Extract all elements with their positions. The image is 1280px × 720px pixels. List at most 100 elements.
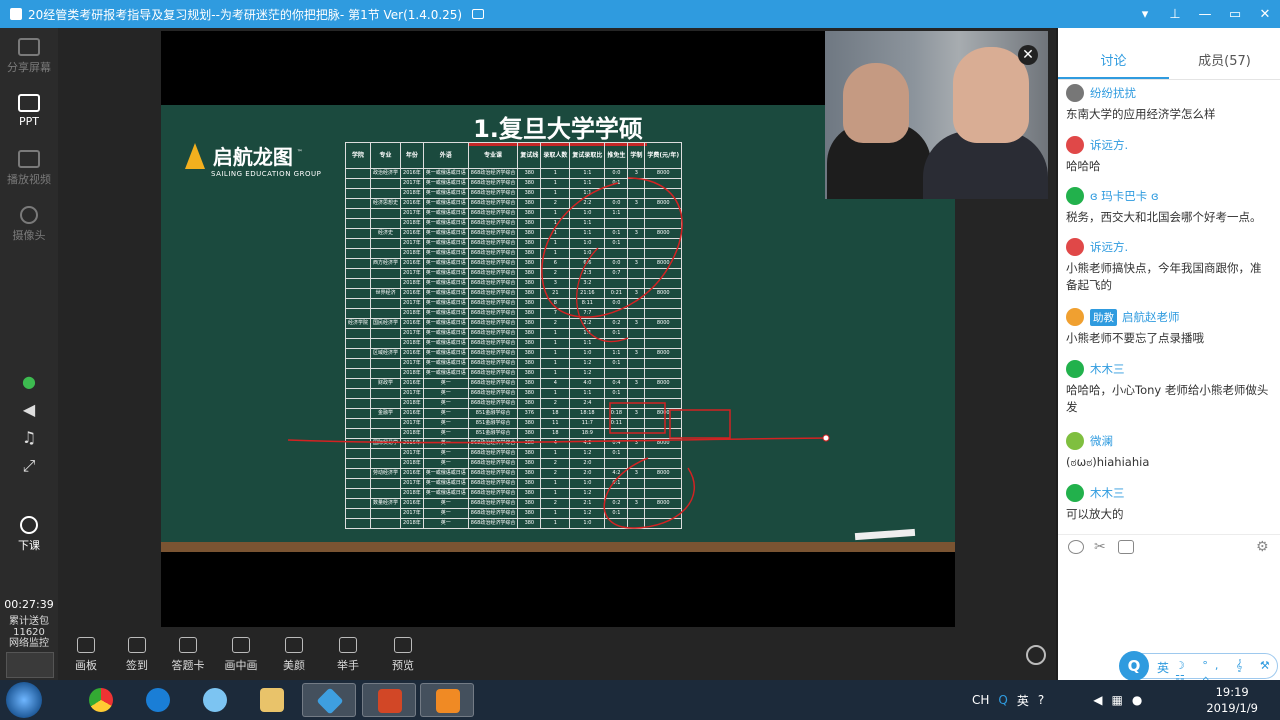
sign-in-button[interactable]: 签到: [115, 637, 159, 673]
speaker-icon[interactable]: ◀: [18, 400, 40, 420]
whiteboard-button[interactable]: 画板: [64, 637, 108, 673]
left-rail: 分享屏幕 PPT 播放视频 摄像头 ● ◀ ♫ ⤢ 下课 00:27:39 累计…: [0, 28, 58, 680]
chat-username[interactable]: ɞ 玛卡巴卡 ɞ: [1090, 188, 1159, 204]
pip-label: 画中画: [224, 659, 258, 672]
table-header: 年份: [400, 142, 424, 169]
settings-icon[interactable]: ⚙: [1256, 540, 1272, 554]
tab-members[interactable]: 成员(57): [1169, 46, 1280, 79]
music-icon[interactable]: ♫: [18, 428, 40, 448]
avatar[interactable]: [1066, 136, 1084, 154]
chat-tools: ✂ ⚙: [1058, 534, 1280, 560]
ime-logo-icon[interactable]: Q: [1119, 651, 1149, 681]
beauty-button[interactable]: 美颜: [272, 637, 316, 673]
taskbar-app-explorer[interactable]: [245, 683, 299, 717]
share-screen-button[interactable]: 分享屏幕: [0, 38, 58, 75]
tray-lang[interactable]: CH: [972, 693, 989, 707]
table-cell: 2016年: [400, 228, 424, 239]
table-cell: 1: [540, 248, 571, 259]
tray-network-icon[interactable]: ▦: [1111, 693, 1122, 707]
table-cell: [604, 338, 629, 349]
table-cell: 380: [517, 218, 542, 229]
play-video-button[interactable]: 播放视频: [0, 150, 58, 187]
raise-hand-button[interactable]: 举手: [326, 637, 370, 673]
table-cell: 4:0: [569, 378, 606, 389]
table-cell: 380: [517, 428, 542, 439]
minimize-button[interactable]: —: [1190, 0, 1220, 28]
maximize-button[interactable]: ▭: [1220, 0, 1250, 28]
fullscreen-icon[interactable]: ⤢: [18, 456, 40, 476]
chat-message: 诉远方. 哈哈哈: [1066, 134, 1272, 175]
taskbar-app-live-class[interactable]: [302, 683, 356, 717]
chat-username[interactable]: 诉远方.: [1090, 239, 1128, 255]
tab-discussion[interactable]: 讨论: [1058, 46, 1169, 79]
end-class-button[interactable]: 下课: [0, 516, 58, 553]
avatar[interactable]: [1066, 84, 1084, 102]
tray-help-icon[interactable]: ?: [1038, 693, 1044, 707]
camera-icon: [20, 206, 38, 224]
emoji-icon[interactable]: [1068, 540, 1084, 554]
table-cell: [604, 428, 629, 439]
avatar[interactable]: [1066, 360, 1084, 378]
table-cell: 2018年: [400, 398, 424, 409]
chat-username[interactable]: 启航赵老师: [1122, 309, 1180, 325]
answer-card-button[interactable]: 答题卡: [166, 637, 210, 673]
pin-button[interactable]: ⊥: [1160, 0, 1190, 28]
table-cell: [344, 368, 372, 379]
clock-time: 19:19: [1215, 685, 1249, 699]
taskbar-app-slideshow[interactable]: [420, 683, 474, 717]
chat-username[interactable]: 诉远方.: [1090, 137, 1128, 153]
share-icon[interactable]: [472, 9, 485, 19]
table-cell: 1: [540, 238, 571, 249]
tray-wechat-icon[interactable]: ●: [1132, 693, 1142, 707]
tray-ime-icon[interactable]: Q: [998, 693, 1007, 707]
avatar[interactable]: [1066, 187, 1084, 205]
camera-button[interactable]: 摄像头: [0, 206, 58, 243]
chat-username[interactable]: 纷纷扰扰: [1090, 85, 1136, 101]
scissors-icon[interactable]: ✂: [1094, 540, 1110, 554]
chat-username[interactable]: 微澜: [1090, 433, 1113, 449]
taskbar-app-chrome[interactable]: [74, 683, 128, 717]
tray-volume-icon[interactable]: ◀: [1093, 693, 1102, 707]
dropdown-button[interactable]: ▾: [1130, 0, 1160, 28]
table-cell: 国际贸易学: [370, 438, 402, 449]
chat-username[interactable]: 木木三: [1090, 485, 1125, 501]
chat-username[interactable]: 木木三: [1090, 361, 1125, 377]
clock[interactable]: 19:19 2019/1/9: [1206, 684, 1258, 716]
table-cell: 2018年: [400, 428, 424, 439]
table-cell: [627, 308, 646, 319]
chalkboard-ledge: [161, 542, 955, 552]
webcam-close-button[interactable]: ✕: [1018, 45, 1038, 65]
avatar[interactable]: [1066, 484, 1084, 502]
table-cell: 380: [517, 318, 542, 329]
table-cell: [344, 448, 372, 459]
table-cell: [644, 338, 683, 349]
taskbar-app-sogou[interactable]: [131, 683, 185, 717]
ppt-button[interactable]: PPT: [0, 94, 58, 128]
ime-lang[interactable]: 英: [1157, 659, 1169, 676]
table-cell: 380: [517, 398, 542, 409]
taskbar-app-powerpoint[interactable]: [362, 683, 416, 717]
table-cell: 868政治经济学综合: [467, 268, 519, 279]
table-cell: [370, 448, 402, 459]
logo-mark-icon: [185, 142, 205, 169]
taskbar-app-qq-bird[interactable]: [188, 683, 242, 717]
table-cell: 2017年: [400, 508, 424, 519]
image-icon[interactable]: [1118, 540, 1134, 554]
avatar[interactable]: [1066, 432, 1084, 450]
table-header: 推免生: [604, 142, 629, 169]
chat-text: (ಠωಠ)hiahiahia: [1066, 455, 1150, 469]
microphone-icon[interactable]: ●: [18, 372, 40, 392]
start-button[interactable]: [6, 682, 42, 718]
table-cell: [627, 238, 646, 249]
preview-button[interactable]: 预览: [381, 637, 425, 673]
tray-ime[interactable]: 英: [1017, 692, 1029, 709]
table-cell: 3: [627, 318, 646, 329]
table-cell: [344, 388, 372, 399]
close-button[interactable]: ✕: [1250, 0, 1280, 28]
avatar[interactable]: [1066, 308, 1084, 326]
table-row: 经济学院 国民经济学 2016年 英一或俄语或日语 868政治经济学综合 380 2 2:2 0…: [344, 318, 683, 329]
power-icon[interactable]: [1026, 645, 1046, 665]
picture-in-picture-button[interactable]: 画中画: [219, 637, 263, 673]
table-cell: 西方经济学: [370, 258, 402, 269]
avatar[interactable]: [1066, 238, 1084, 256]
